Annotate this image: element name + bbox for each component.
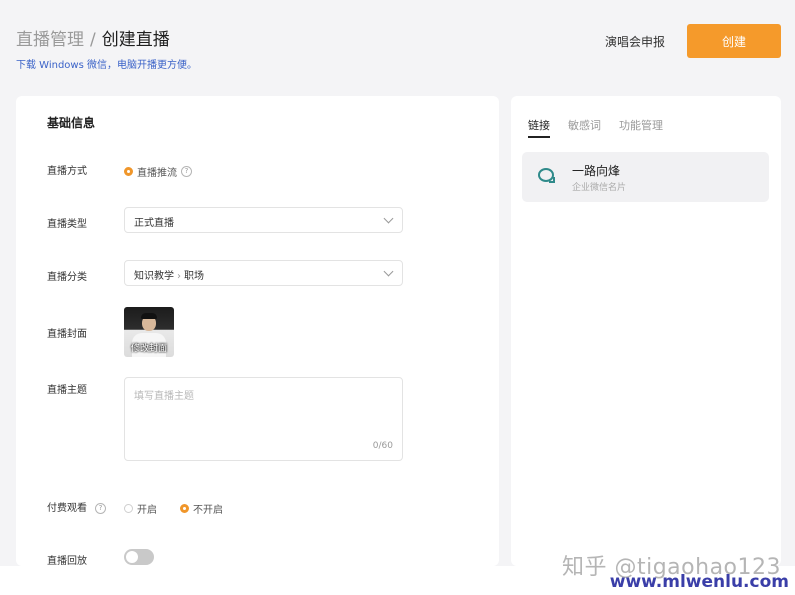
topic-char-count: 0/60 bbox=[372, 441, 393, 451]
change-cover-label[interactable]: 修改封面 bbox=[124, 341, 174, 354]
page-title: 直播管理 / 创建直播 bbox=[16, 28, 170, 52]
mode-option[interactable]: 直播推流? bbox=[124, 161, 192, 180]
page-header: 直播管理 / 创建直播 下载 Windows 微信，电脑开播更方便。 演唱会申报 创… bbox=[16, 24, 781, 78]
mode-label: 直播方式 bbox=[47, 166, 87, 177]
paid-label-wrap: 付费观看? bbox=[47, 499, 106, 514]
breadcrumb-current: 创建直播 bbox=[101, 30, 170, 50]
chat-bubble-icon bbox=[538, 168, 555, 183]
topic-textarea[interactable]: 填写直播主题 0/60 bbox=[124, 377, 403, 461]
chevron-down-icon bbox=[383, 213, 394, 224]
concert-report-link[interactable]: 演唱会申报 bbox=[605, 33, 665, 50]
tab-sensitive-words[interactable]: 敏感词 bbox=[568, 117, 601, 138]
help-icon[interactable]: ? bbox=[95, 502, 106, 514]
category-main: 知识教学 bbox=[134, 271, 174, 282]
radio-selected-icon[interactable] bbox=[180, 504, 189, 513]
type-label: 直播类型 bbox=[47, 219, 87, 230]
download-hint[interactable]: 下载 Windows 微信，电脑开播更方便。 bbox=[16, 56, 197, 71]
section-title: 基础信息 bbox=[47, 116, 96, 130]
toggle-knob bbox=[126, 551, 138, 563]
chevron-down-icon bbox=[383, 266, 394, 277]
topic-label: 直播主题 bbox=[47, 385, 87, 396]
side-tabs: 链接 敏感词 功能管理 bbox=[528, 114, 681, 138]
type-select-value: 正式直播 bbox=[134, 218, 174, 229]
cover-person-hair bbox=[141, 313, 157, 319]
breadcrumb-separator: / bbox=[90, 30, 96, 50]
tab-feature-management[interactable]: 功能管理 bbox=[619, 117, 663, 138]
contact-subtitle: 企业微信名片 bbox=[572, 183, 627, 193]
paid-label: 付费观看 bbox=[47, 503, 87, 514]
basic-info-card: 基础信息 直播方式 直播推流? 直播类型 正式直播 直播分类 知识教学 › 职场 直… bbox=[16, 96, 499, 566]
watermark-site: www.mlwenlu.com bbox=[609, 572, 789, 592]
side-panel: 链接 敏感词 功能管理 一路向烽 企业微信名片 bbox=[511, 96, 781, 566]
paid-option-off-label: 不开启 bbox=[193, 505, 223, 516]
paid-option-on[interactable]: 开启 bbox=[124, 498, 157, 517]
category-label: 直播分类 bbox=[47, 272, 87, 283]
contact-name: 一路向烽 bbox=[572, 164, 621, 178]
create-button[interactable]: 创建 bbox=[687, 24, 781, 58]
cover-label: 直播封面 bbox=[47, 329, 87, 340]
contact-card[interactable]: 一路向烽 企业微信名片 bbox=[522, 152, 769, 202]
breadcrumb-parent[interactable]: 直播管理 bbox=[16, 30, 84, 50]
radio-unselected-icon[interactable] bbox=[124, 504, 133, 513]
topic-placeholder: 填写直播主题 bbox=[134, 391, 194, 402]
mode-option-label: 直播推流 bbox=[137, 168, 177, 179]
help-icon[interactable]: ? bbox=[181, 166, 192, 177]
radio-selected-icon[interactable] bbox=[124, 167, 133, 176]
replay-toggle[interactable] bbox=[124, 549, 154, 565]
paid-option-on-label: 开启 bbox=[137, 505, 157, 516]
tab-link[interactable]: 链接 bbox=[528, 117, 550, 138]
category-select-value: 知识教学 › 职场 bbox=[134, 267, 204, 282]
category-sub: 职场 bbox=[184, 271, 204, 282]
type-select[interactable]: 正式直播 bbox=[124, 207, 403, 233]
category-select[interactable]: 知识教学 › 职场 bbox=[124, 260, 403, 286]
paid-option-off[interactable]: 不开启 bbox=[180, 498, 223, 517]
replay-label: 直播回放 bbox=[47, 556, 87, 566]
cover-image[interactable]: 修改封面 bbox=[124, 307, 174, 357]
chevron-right-icon: › bbox=[177, 271, 181, 282]
